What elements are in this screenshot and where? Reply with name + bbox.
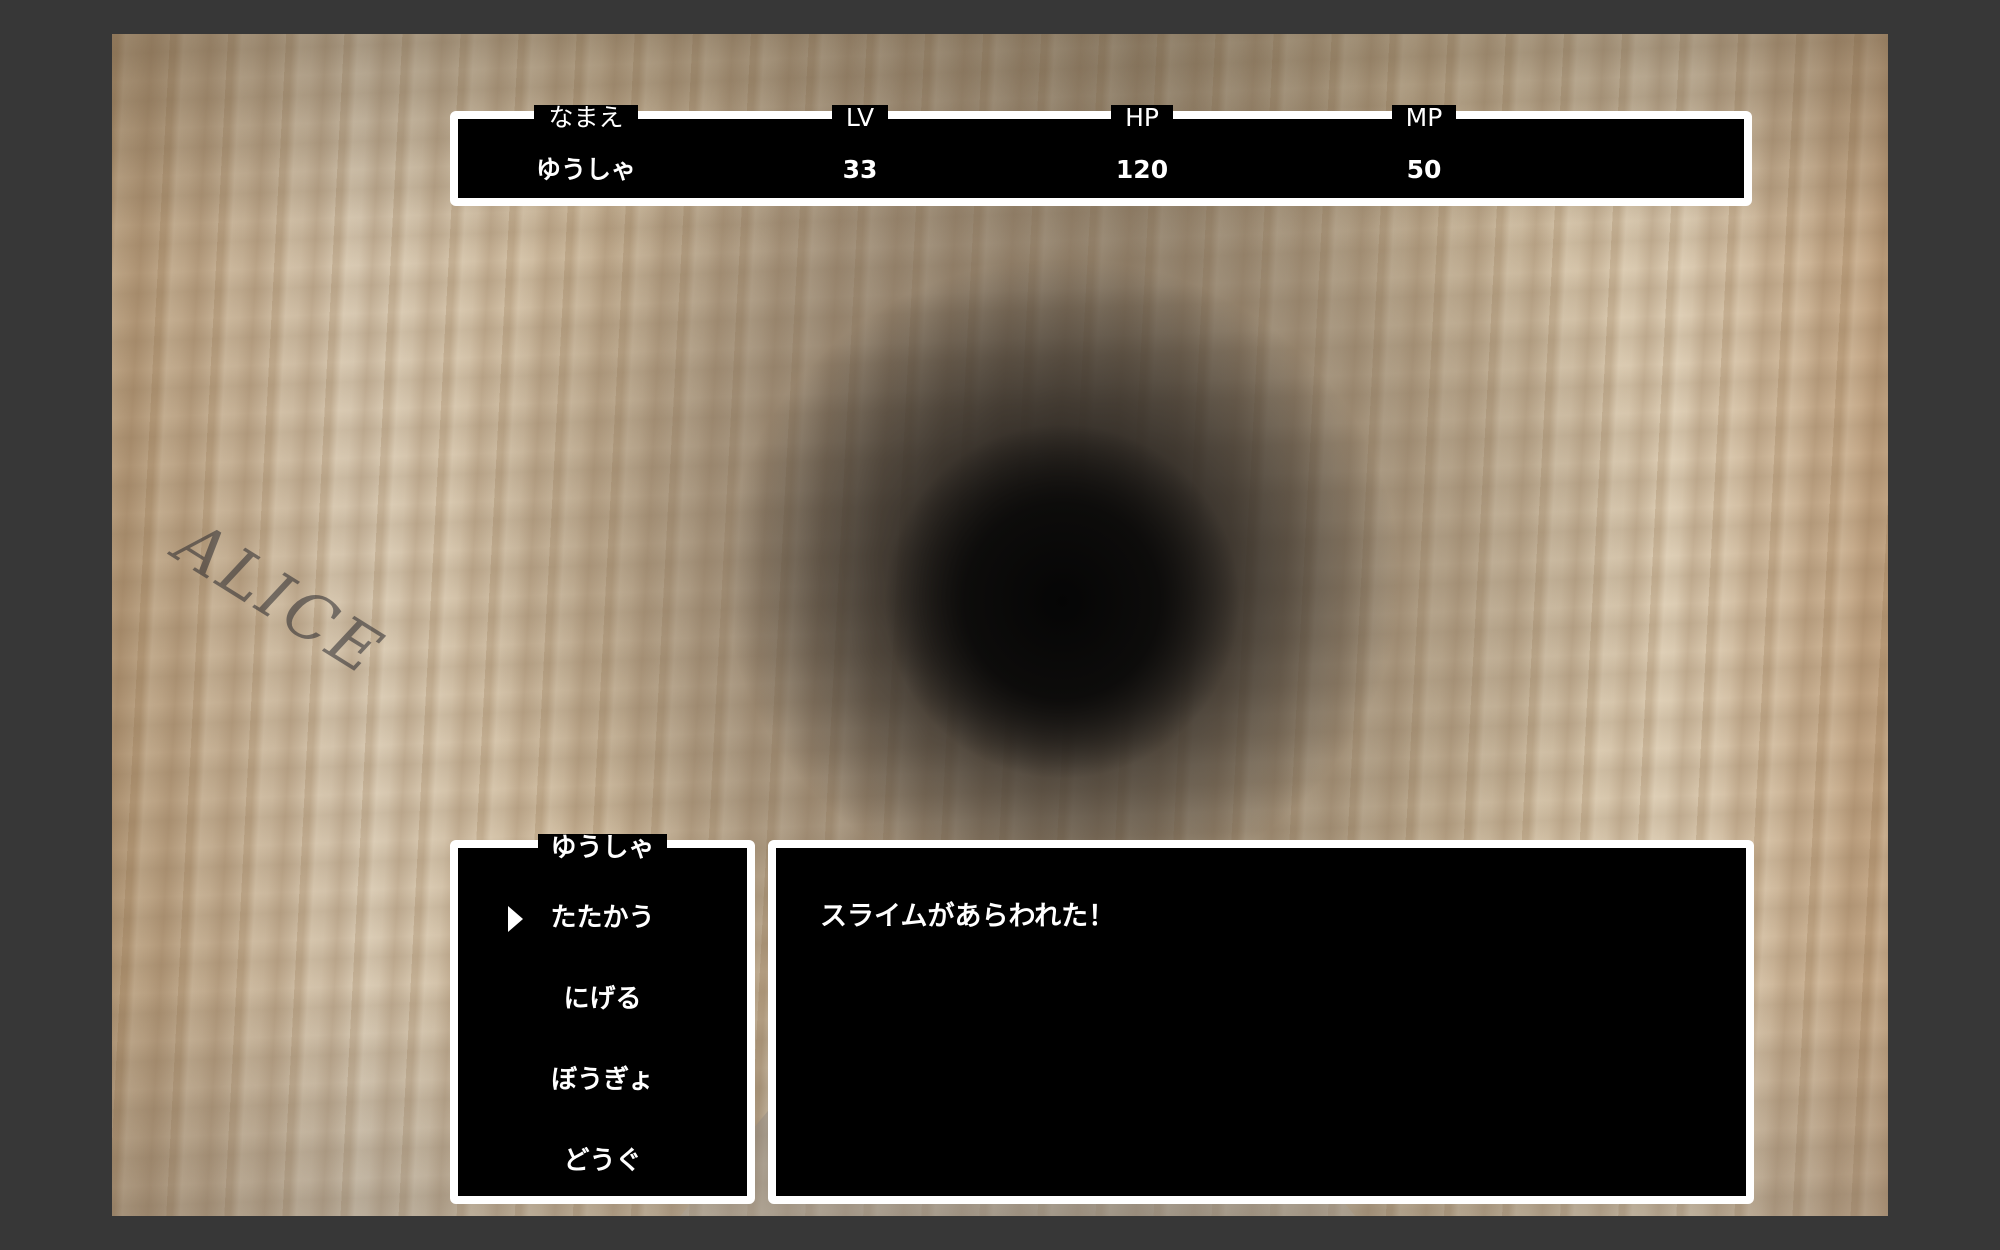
status-value-lv: 33 [842,155,878,184]
status-header-name: なまえ [534,105,638,131]
command-window: ゆうしゃ たたかう にげる ぼうぎょ どうぐ [450,834,755,1204]
status-col-mp: MP 50 [1324,105,1524,198]
command-items[interactable]: どうぐ [458,1145,747,1177]
command-defend[interactable]: ぼうぎょ [458,1064,747,1096]
status-header-hp: HP [1111,105,1173,131]
status-header-lv: LV [831,105,889,131]
battle-message: スライムがあらわれた！ [820,901,1116,932]
battle-scene: ALICE なまえ ゆうしゃ LV 33 HP 120 MP 50 ゆうしゃ た… [112,34,1888,1216]
status-window: なまえ ゆうしゃ LV 33 HP 120 MP 50 [450,105,1752,206]
command-window-title: ゆうしゃ [538,834,667,862]
status-value-mp: 50 [1406,155,1442,184]
message-window: スライムがあらわれた！ [768,840,1754,1204]
status-col-lv: LV 33 [760,105,960,198]
status-value-name: ゆうしゃ [535,155,636,184]
status-col-hp: HP 120 [1042,105,1242,198]
command-fight[interactable]: たたかう [458,902,747,934]
command-run[interactable]: にげる [458,983,747,1015]
status-value-hp: 120 [1115,155,1169,184]
graffiti-image: ALICE [162,507,397,692]
status-header-mp: MP [1391,105,1457,131]
status-col-name: なまえ ゆうしゃ [486,105,686,198]
